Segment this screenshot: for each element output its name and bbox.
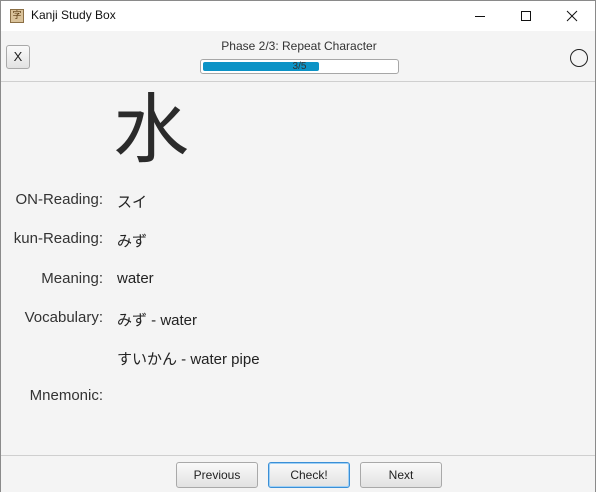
on-reading-value: スイ [117,194,148,211]
meaning-value: water [117,270,154,287]
previous-button[interactable]: Previous [176,462,258,488]
check-button[interactable]: Check! [268,462,350,488]
window-title: Kanji Study Box [31,8,116,22]
toolbar: X Phase 2/3: Repeat Character 3/5 [1,31,595,82]
kun-reading-label: kun-Reading: [13,230,103,247]
kun-reading-value: みず [117,233,148,250]
title-bar[interactable]: 字 Kanji Study Box [1,1,595,31]
progress-bar: 3/5 [200,59,399,74]
close-icon [566,10,578,22]
phase-label: Phase 2/3: Repeat Character [221,39,377,53]
status-circle-icon [570,49,588,67]
minimize-icon [475,16,485,17]
mnemonic-label: Mnemonic: [29,387,103,404]
next-button[interactable]: Next [360,462,442,488]
exit-study-button[interactable]: X [6,45,30,69]
app-icon: 字 [10,9,24,23]
minimize-button[interactable] [457,1,503,31]
maximize-icon [521,11,531,21]
maximize-button[interactable] [503,1,549,31]
on-reading-label: ON-Reading: [15,191,103,208]
vocabulary-item: みず - water [117,312,198,329]
meaning-label: Meaning: [41,270,103,287]
footer-bar: Previous Check! Next [1,455,595,492]
vocabulary-label: Vocabulary: [24,309,103,326]
kanji-card: 水 ON-Reading: スイ kun-Reading: みず Meaning… [1,82,595,455]
kanji-character: 水 [113,85,189,174]
vocabulary-item: すいかん - water pipe [117,351,260,368]
app-window: 字 Kanji Study Box X Phase 2/3: Repeat Ch… [0,0,596,492]
close-window-button[interactable] [549,1,595,31]
progress-text: 3/5 [292,61,307,72]
